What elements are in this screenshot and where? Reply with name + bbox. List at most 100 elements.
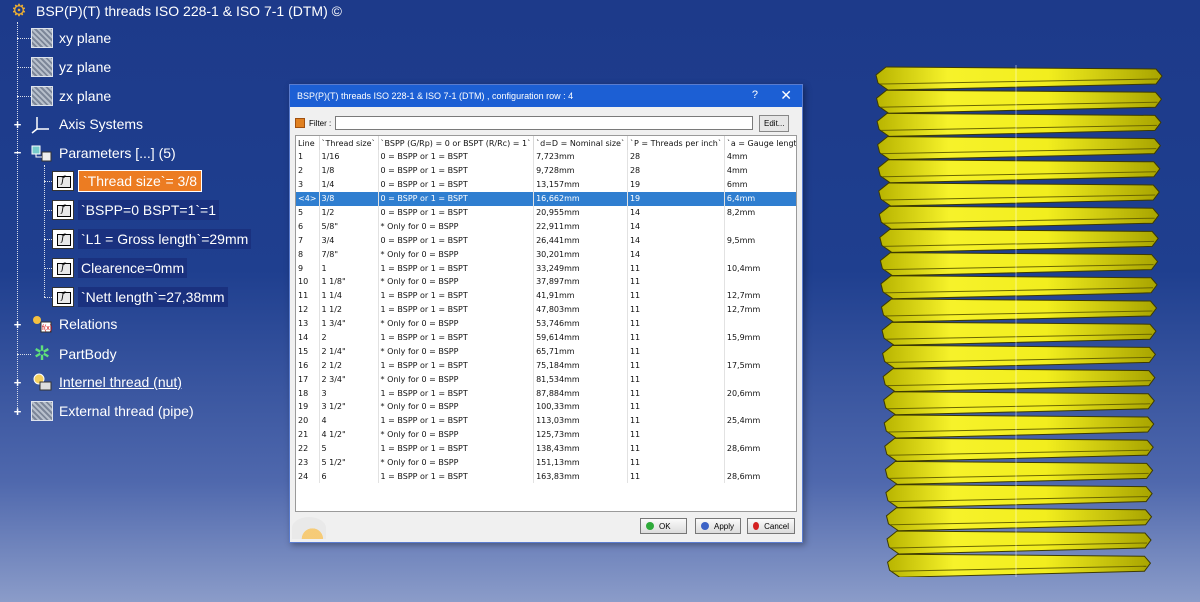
table-row[interactable]: 2 1/8 0 = BSPP or 1 = BSPT 9,728mm 28 4mm (296, 163, 796, 178)
expand-icon[interactable]: + (13, 376, 22, 389)
ok-button[interactable]: OK (640, 518, 687, 534)
table-row[interactable]: 12 1 1/2 1 = BSPP or 1 = BSPT 47,803mm 11 12,… (296, 302, 796, 317)
table-row[interactable]: 14 2 1 = BSPP or 1 = BSPT 59,614mm 11 15,9mm (296, 330, 796, 345)
svg-text:f(x): f(x) (42, 325, 52, 332)
table-cell: 125,73mm (533, 427, 628, 442)
table-cell: 13,157mm (533, 177, 628, 192)
tree-item-relations[interactable]: f(x) Relations (31, 313, 119, 335)
tree-item-partbody[interactable]: ✲ PartBody (31, 343, 119, 365)
collapse-icon[interactable]: − (13, 146, 22, 159)
expand-icon[interactable]: + (13, 318, 22, 331)
partbody-gear-icon: ✲ (33, 343, 51, 365)
thread-crest (884, 437, 1154, 462)
column-header[interactable]: `P = Threads per inch` (627, 136, 725, 150)
tree-connector (44, 165, 45, 297)
table-cell: 5/8" (319, 219, 379, 234)
table-row[interactable]: 15 2 1/4" * Only for 0 = BSPP 65,71mm 11 (296, 344, 796, 359)
table-cell: 1 1/2 (319, 302, 379, 317)
tree-item-label: yz plane (59, 59, 112, 75)
table-cell: 138,43mm (533, 441, 628, 456)
tree-item-parameters[interactable]: Parameters [...] (5) (31, 142, 178, 164)
table-row[interactable]: <4> 3/8 0 = BSPP or 1 = BSPT 16,662mm 19 6,4m… (296, 191, 796, 206)
tree-item-xy-plane[interactable]: xy plane (31, 27, 113, 49)
table-row[interactable]: 1 1/16 0 = BSPP or 1 = BSPT 7,723mm 28 4mm (296, 150, 796, 164)
table-row[interactable]: 18 3 1 = BSPP or 1 = BSPT 87,884mm 11 20,6mm (296, 386, 796, 401)
table-cell: 11 (627, 427, 725, 442)
table-row[interactable]: 24 6 1 = BSPP or 1 = BSPT 163,83mm 11 28,6mm (296, 469, 796, 484)
tree-connector (17, 38, 31, 39)
table-cell: 4mm (724, 150, 796, 164)
table-row[interactable]: 3 1/4 0 = BSPP or 1 = BSPT 13,157mm 19 6mm (296, 177, 796, 192)
table-row[interactable]: 13 1 3/4" * Only for 0 = BSPP 53,746mm 11 (296, 316, 796, 331)
table-cell: 33,249mm (533, 261, 628, 276)
column-header[interactable]: Line (296, 136, 320, 150)
dialog-title-bar[interactable]: BSP(P)(T) threads ISO 228-1 & ISO 7-1 (D… (290, 85, 802, 107)
tree-item-label: `BSPP=0 BSPT=1`=1 (78, 200, 220, 220)
table-cell: 11 (627, 344, 725, 359)
column-header[interactable]: `Thread size` (319, 136, 379, 150)
apply-button[interactable]: Apply (695, 518, 741, 534)
table-row[interactable]: 6 5/8" * Only for 0 = BSPP 22,911mm 14 (296, 219, 796, 234)
tree-item-param-bspp-bspt[interactable]: `BSPP=0 BSPT=1`=1 (52, 199, 220, 221)
table-row[interactable]: 19 3 1/2" * Only for 0 = BSPP 100,33mm 11 (296, 400, 796, 414)
table-cell (724, 372, 796, 387)
cancel-button[interactable]: Cancel (747, 518, 795, 534)
table-cell: 151,13mm (533, 455, 628, 470)
tree-item-label: Parameters [...] (5) (59, 145, 176, 161)
relations-icon: f(x) (31, 314, 53, 334)
tree-connector (17, 354, 31, 355)
table-cell (724, 400, 796, 414)
thread-crest (877, 159, 1161, 184)
table-cell: 0 = BSPP or 1 = BSPT (378, 163, 535, 178)
apply-label: Apply (714, 521, 735, 531)
table-row[interactable]: 17 2 3/4" * Only for 0 = BSPP 81,534mm 11 (296, 372, 796, 387)
tree-item-axis-systems[interactable]: Axis Systems (31, 113, 145, 135)
filter-input[interactable] (335, 116, 754, 130)
column-header[interactable]: `a = Gauge length` (724, 136, 796, 150)
thread-3d-model[interactable] (870, 65, 1164, 577)
tree-root-part[interactable]: ⚙ BSP(P)(T) threads ISO 228-1 & ISO 7-1 … (8, 0, 344, 22)
table-cell: 11 (627, 316, 725, 331)
tree-item-zx-plane[interactable]: zx plane (31, 85, 113, 107)
plane-icon (31, 57, 53, 77)
table-row[interactable]: 22 5 1 = BSPP or 1 = BSPT 138,43mm 11 28,6mm (296, 441, 796, 456)
tree-item-param-gross-length[interactable]: `L1 = Gross length`=29mm (52, 228, 252, 250)
table-row[interactable]: 5 1/2 0 = BSPP or 1 = BSPT 20,955mm 14 8,2mm (296, 205, 796, 220)
design-table-dialog: BSP(P)(T) threads ISO 228-1 & ISO 7-1 (D… (289, 84, 803, 543)
help-button[interactable]: ? (752, 89, 758, 101)
table-row[interactable]: 911 = BSPP or 1 = BSPT 33,249mm 11 10,4mm (296, 261, 796, 276)
table-row[interactable]: 20 4 1 = BSPP or 1 = BSPT 113,03mm 11 25,4mm (296, 413, 796, 428)
table-row[interactable]: 23 5 1/2" * Only for 0 = BSPP 151,13mm 11 (296, 455, 796, 470)
tree-item-internal-thread[interactable]: Internel thread (nut) (31, 371, 184, 393)
thread-crest (878, 182, 1160, 207)
table-cell: * Only for 0 = BSPP (378, 427, 535, 442)
close-button[interactable]: ✕ (780, 87, 792, 104)
table-row[interactable]: 10 1 1/8" * Only for 0 = BSPP 37,897mm 11 (296, 275, 796, 289)
column-header[interactable]: `d=D = Nominal size` (533, 136, 628, 150)
table-cell: 11 (627, 261, 725, 276)
table-row[interactable]: 8 7/8" * Only for 0 = BSPP 30,201mm 14 (296, 247, 796, 262)
edit-button[interactable]: Edit... (759, 114, 790, 132)
specification-tree: + − + + + ⚙ BSP(P)(T) threads ISO 228-1 … (0, 0, 342, 430)
table-cell: 11 (627, 302, 725, 317)
expand-icon[interactable]: + (13, 405, 22, 418)
table-cell: 81,534mm (533, 372, 628, 387)
table-cell: 3/4 (319, 233, 379, 248)
expand-icon[interactable]: + (13, 118, 22, 131)
tree-item-external-thread[interactable]: External thread (pipe) (31, 400, 196, 422)
body-icon (31, 372, 53, 392)
tree-item-param-clearence[interactable]: Clearence=0mm (52, 257, 188, 279)
table-cell: 25,4mm (724, 413, 796, 428)
table-row[interactable]: 21 4 1/2" * Only for 0 = BSPP 125,73mm 11 (296, 427, 796, 442)
tree-item-label: `Nett length`=27,38mm (78, 287, 228, 307)
table-row[interactable]: 16 2 1/2 1 = BSPP or 1 = BSPT 75,184mm 11 17,… (296, 358, 796, 373)
column-header[interactable]: `BSPP (G/Rp) = 0 or BSPT (R/Rc) = 1` (378, 136, 535, 150)
tree-item-yz-plane[interactable]: yz plane (31, 56, 113, 78)
tree-item-label: Axis Systems (59, 116, 144, 132)
table-cell: 28 (627, 163, 725, 178)
tree-item-param-thread-size[interactable]: `Thread size`= 3/8 (52, 170, 202, 192)
tree-item-param-nett-length[interactable]: `Nett length`=27,38mm (52, 286, 228, 308)
table-row[interactable]: 11 1 1/4 1 = BSPP or 1 = BSPT 41,91mm 11 12,7… (296, 288, 796, 303)
table-cell: 14 (296, 330, 320, 345)
table-row[interactable]: 7 3/4 0 = BSPP or 1 = BSPT 26,441mm 14 9,5mm (296, 233, 796, 248)
